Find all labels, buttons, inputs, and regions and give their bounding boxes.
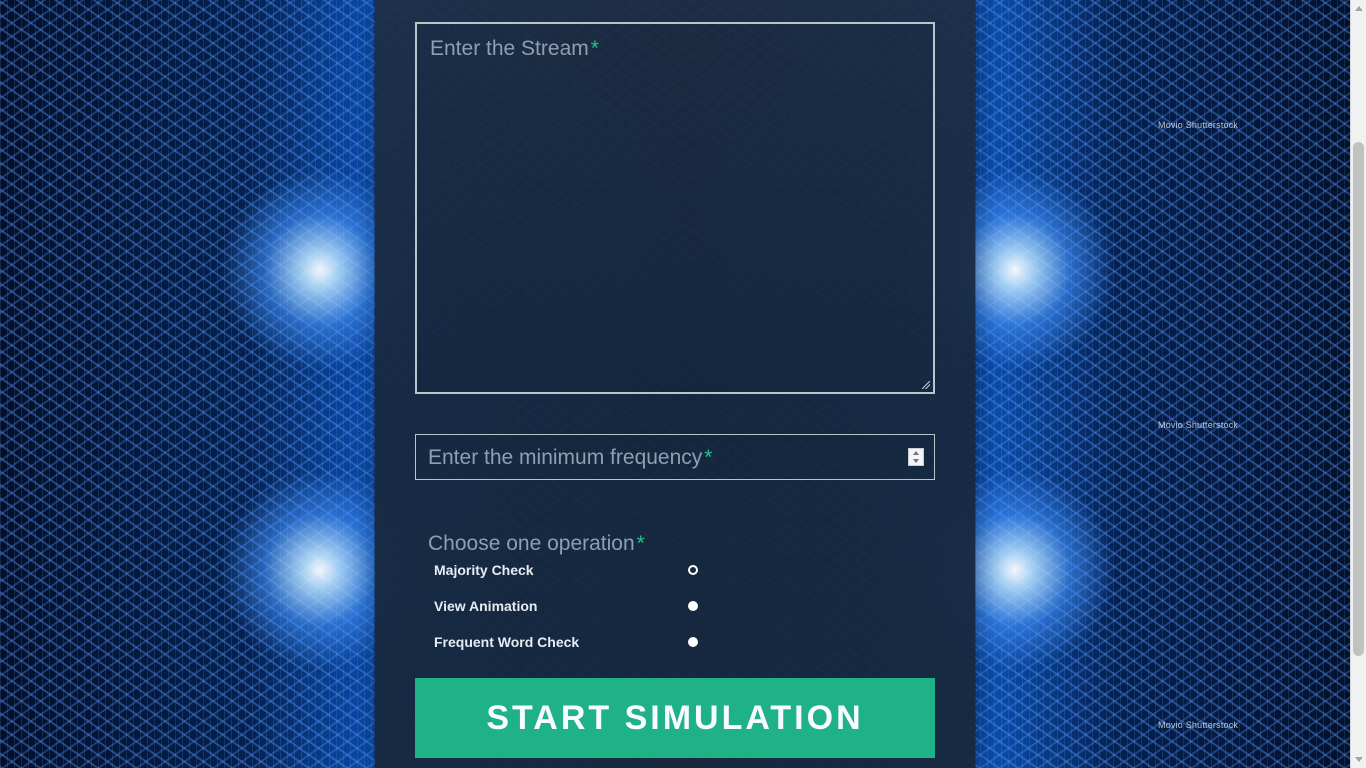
stream-textarea[interactable]: Enter the Stream* [415, 22, 935, 394]
stream-label-text: Enter the Stream [430, 37, 589, 60]
start-simulation-button[interactable]: START SIMULATION [415, 678, 935, 758]
required-marker: * [590, 37, 599, 60]
scroll-down-icon[interactable] [1351, 751, 1366, 768]
vertical-scrollbar[interactable] [1350, 0, 1366, 768]
option-frequent-word-check[interactable]: Frequent Word Check [434, 634, 704, 654]
chevron-up-icon[interactable] [909, 449, 923, 457]
stream-label: Enter the Stream* [430, 38, 599, 59]
scroll-up-icon[interactable] [1351, 0, 1366, 17]
radio-frequent-word-check[interactable] [688, 637, 698, 647]
option-majority-check-label: Majority Check [434, 562, 534, 578]
operation-label: Choose one operation* [428, 533, 645, 554]
minimum-frequency-input[interactable]: Enter the minimum frequency* [415, 434, 935, 480]
simulation-form-panel: Enter the Stream* Enter the minimum freq… [375, 0, 975, 768]
resize-handle-icon[interactable] [922, 381, 930, 389]
minimum-frequency-label-text: Enter the minimum frequency [428, 446, 703, 469]
chevron-down-icon[interactable] [909, 457, 923, 465]
background-watermark: Movio Shutterstock [1158, 720, 1239, 730]
simulation-page: Movio Shutterstock Movio Shutterstock Mo… [0, 0, 1366, 768]
minimum-frequency-label: Enter the minimum frequency* [428, 447, 712, 468]
scrollbar-thumb[interactable] [1353, 142, 1364, 656]
required-marker: * [704, 446, 713, 469]
radio-majority-check[interactable] [688, 565, 698, 575]
required-marker: * [636, 532, 645, 555]
option-majority-check[interactable]: Majority Check [434, 562, 704, 582]
frequency-stepper[interactable] [908, 448, 924, 466]
background-watermark: Movio Shutterstock [1158, 120, 1239, 130]
option-view-animation[interactable]: View Animation [434, 598, 704, 618]
option-view-animation-label: View Animation [434, 598, 538, 614]
radio-view-animation[interactable] [688, 601, 698, 611]
background-watermark: Movio Shutterstock [1158, 420, 1239, 430]
operation-label-text: Choose one operation [428, 532, 635, 555]
option-frequent-word-check-label: Frequent Word Check [434, 634, 580, 650]
